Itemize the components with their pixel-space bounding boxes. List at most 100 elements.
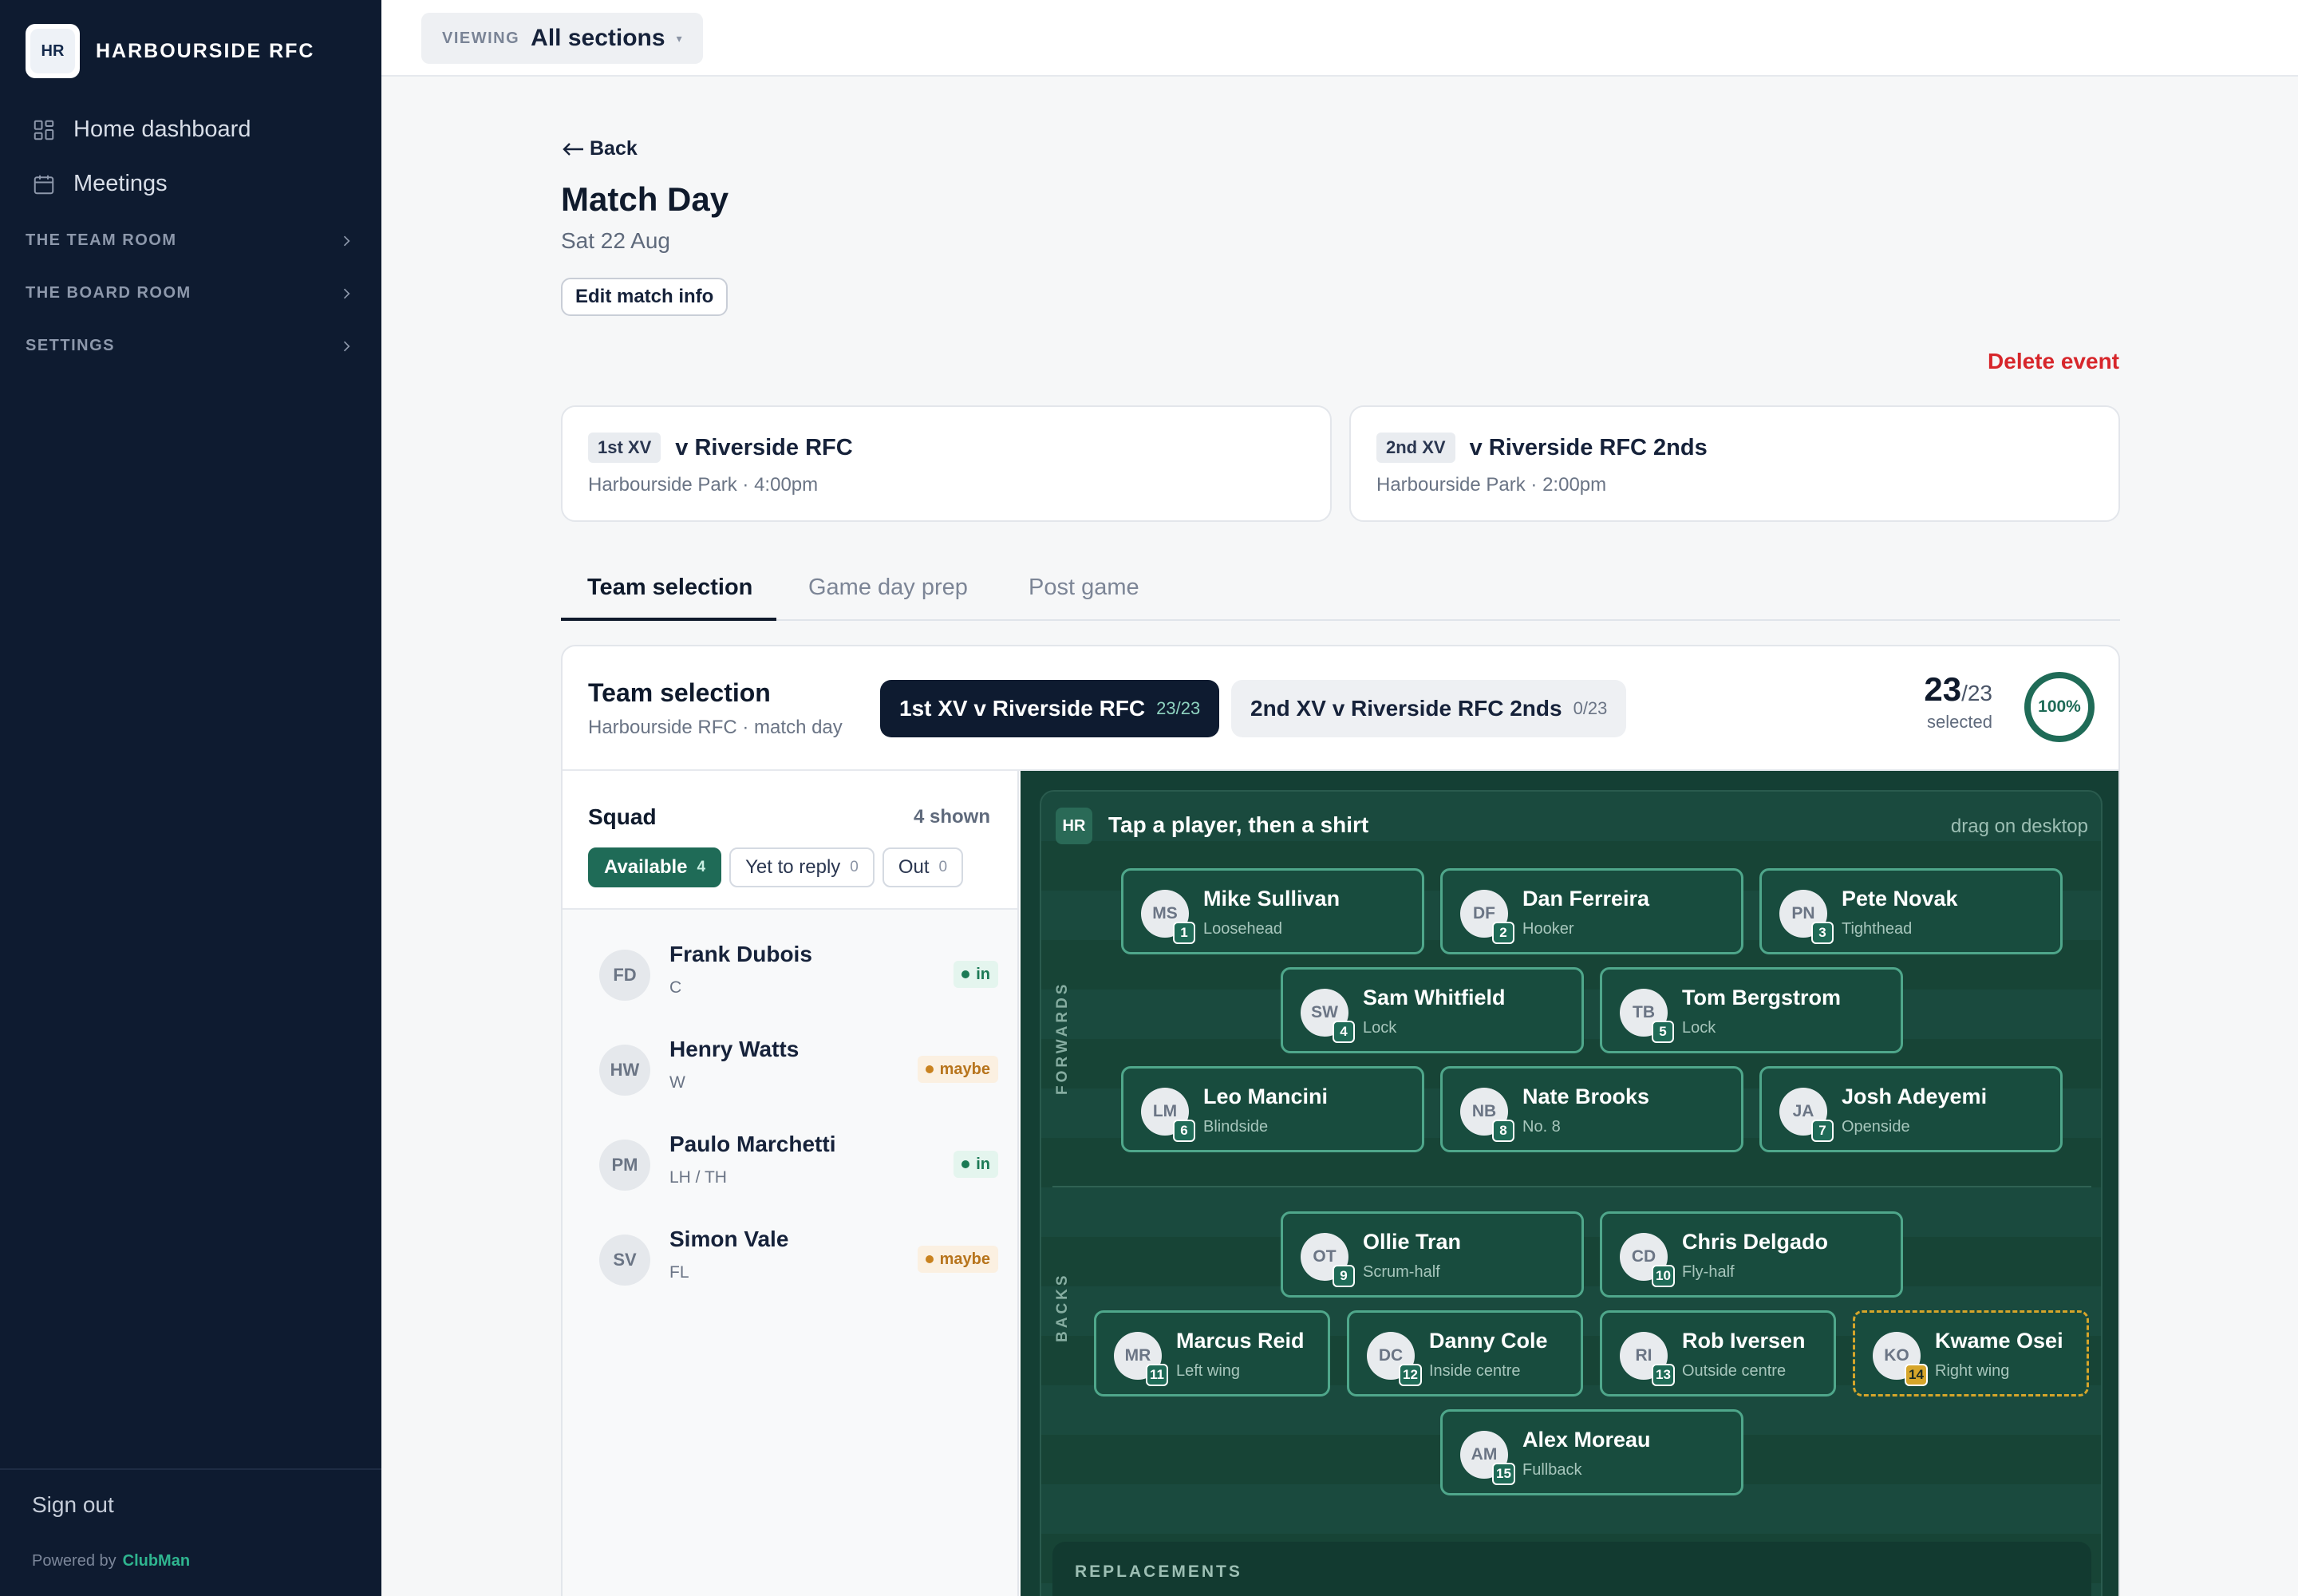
pitch-drag-hint: drag on desktop (1950, 816, 2088, 837)
player-name: Frank Dubois (669, 942, 812, 966)
team-toggle-label: 2nd XV v Riverside RFC 2nds (1250, 696, 1562, 721)
shirt-player-name: Marcus Reid (1176, 1329, 1305, 1353)
shirt-slot-2[interactable]: DF 2 Dan Ferreira Hooker (1440, 868, 1743, 954)
tab-game-day-prep[interactable]: Game day prep (808, 575, 968, 601)
shirt-slot-3[interactable]: PN 3 Pete Novak Tighthead (1759, 868, 2063, 954)
filter-out[interactable]: Out 0 (882, 847, 964, 887)
shirt-slot-13[interactable]: RI 13 Rob Iversen Outside centre (1600, 1310, 1836, 1396)
shirt-slot-9[interactable]: OT 9 Ollie Tran Scrum-half (1281, 1211, 1584, 1298)
shirt-position: Blindside (1203, 1118, 1269, 1136)
shirt-slot-10[interactable]: CD 10 Chris Delgado Fly-half (1600, 1211, 1903, 1298)
shirt-position: Outside centre (1682, 1362, 1787, 1380)
fixture-venue: Harbourside Park · 2:00pm (1376, 474, 1607, 496)
page-title: Match Day (561, 180, 729, 218)
edit-match-info-button[interactable]: Edit match info (561, 278, 728, 316)
shirt-number: 7 (1811, 1120, 1834, 1142)
squad-player-row[interactable]: SV Simon Vale FL maybe (599, 1219, 998, 1298)
fixture-card-2nd-xv[interactable]: 2nd XV v Riverside RFC 2nds Harbourside … (1349, 405, 2120, 522)
shirt-number: 11 (1146, 1364, 1168, 1386)
shirt-slot-5[interactable]: TB 5 Tom Bergstrom Lock (1600, 967, 1903, 1053)
status-text: maybe (939, 1060, 990, 1078)
team-selection-panel: Team selection Harbourside RFC · match d… (561, 645, 2120, 1596)
tab-team-selection[interactable]: Team selection (587, 575, 752, 601)
filter-label: Out (898, 856, 930, 878)
shirt-player-name: Nate Brooks (1522, 1084, 1650, 1108)
chevron-down-icon: ▾ (676, 31, 682, 45)
shirt-player-name: Sam Whitfield (1363, 986, 1506, 1009)
arrow-left-icon (563, 142, 583, 156)
chevron-right-icon (343, 288, 350, 298)
nav-group-settings[interactable]: SETTINGS (26, 337, 354, 355)
shirt-player-name: Dan Ferreira (1522, 887, 1650, 911)
chevron-right-icon (343, 341, 350, 351)
shirt-position: Loosehead (1203, 920, 1282, 938)
player-position: W (669, 1073, 685, 1092)
shirt-number: 12 (1399, 1364, 1422, 1386)
status-badge: maybe (917, 1056, 998, 1083)
shirt-slot-8[interactable]: NB 8 Nate Brooks No. 8 (1440, 1066, 1743, 1152)
player-position: FL (669, 1263, 689, 1282)
backs-label: BACKS (1054, 1272, 1071, 1342)
viewing-label: VIEWING (442, 29, 520, 47)
filter-yet-to-reply[interactable]: Yet to reply 0 (729, 847, 875, 887)
squad-player-row[interactable]: PM Paulo Marchetti LH / TH in (599, 1124, 998, 1203)
back-link[interactable]: Back (561, 137, 638, 160)
team-toggle-1st-xv[interactable]: 1st XV v Riverside RFC 23/23 (880, 680, 1220, 737)
squad-player-row[interactable]: HW Henry Watts W maybe (599, 1029, 998, 1108)
nav-group-board-room[interactable]: THE BOARD ROOM (26, 284, 354, 302)
sidebar-item-meetings[interactable]: Meetings (32, 171, 168, 197)
nav-group-label: SETTINGS (26, 337, 116, 354)
team-toggle-count: 23/23 (1156, 698, 1201, 718)
squad-title: Squad (588, 804, 657, 829)
player-position: LH / TH (669, 1168, 727, 1187)
shirt-position: Tighthead (1842, 920, 1913, 938)
player-name: Paulo Marchetti (669, 1132, 836, 1156)
shirt-position: Hooker (1522, 920, 1574, 938)
shirt-slot-4[interactable]: SW 4 Sam Whitfield Lock (1281, 967, 1584, 1053)
shirt-number: 9 (1333, 1265, 1355, 1287)
shirt-number: 13 (1652, 1364, 1675, 1386)
replacements-label: REPLACEMENTS (1075, 1562, 1242, 1581)
shirt-player-name: Rob Iversen (1682, 1329, 1806, 1353)
shirt-slot-12[interactable]: DC 12 Danny Cole Inside centre (1347, 1310, 1583, 1396)
sidebar-item-home-dashboard[interactable]: Home dashboard (32, 117, 251, 143)
shirt-slot-14-highlighted[interactable]: KO 14 Kwame Osei Right wing (1853, 1310, 2089, 1396)
section-selector[interactable]: VIEWING All sections ▾ (421, 13, 703, 64)
sidebar: HR HARBOURSIDE RFC Home dashboard Meetin… (0, 0, 381, 1596)
shirt-position: Fly-half (1682, 1263, 1735, 1281)
sign-out-link[interactable]: Sign out (32, 1492, 114, 1518)
tab-bar: Team selection Game day prep Post game (561, 565, 2120, 621)
fixture-card-1st-xv[interactable]: 1st XV v Riverside RFC Harbourside Park … (561, 405, 1332, 522)
grid-icon (34, 120, 54, 140)
chevron-right-icon (343, 235, 350, 246)
tab-post-game[interactable]: Post game (1029, 575, 1139, 601)
powered-by-brand[interactable]: ClubMan (123, 1552, 190, 1570)
calendar-icon (34, 175, 54, 194)
filter-available[interactable]: Available 4 (588, 847, 722, 887)
avatar: HW (599, 1045, 650, 1096)
delete-event-button[interactable]: Delete event (1988, 349, 2119, 374)
player-name: Henry Watts (669, 1037, 800, 1061)
filter-label: Yet to reply (745, 856, 841, 878)
shirt-number: 1 (1173, 922, 1195, 944)
shirt-number: 3 (1811, 922, 1834, 944)
team-toggle-2nd-xv[interactable]: 2nd XV v Riverside RFC 2nds 0/23 (1231, 680, 1627, 737)
status-text: in (976, 1155, 990, 1173)
sidebar-item-label: Home dashboard (73, 117, 251, 142)
pitch-area: HR Tap a player, then a shirt drag on de… (1021, 771, 2118, 1596)
status-dot (961, 970, 970, 978)
brand[interactable]: HR HARBOURSIDE RFC (26, 24, 314, 78)
squad-player-row[interactable]: FD Frank Dubois C in (599, 934, 998, 1013)
shirt-slot-6[interactable]: LM 6 Leo Mancini Blindside (1121, 1066, 1424, 1152)
shirt-slot-7[interactable]: JA 7 Josh Adeyemi Openside (1759, 1066, 2063, 1152)
shirt-slot-15[interactable]: AM 15 Alex Moreau Fullback (1440, 1409, 1743, 1495)
status-text: in (976, 965, 990, 983)
shirt-slot-1[interactable]: MS 1 Mike Sullivan Loosehead (1121, 868, 1424, 954)
shirt-number: 2 (1492, 922, 1514, 944)
shirt-slot-11[interactable]: MR 11 Marcus Reid Left wing (1094, 1310, 1330, 1396)
team-toggle-count: 0/23 (1573, 698, 1608, 718)
team-tag: 2nd XV (1376, 433, 1455, 463)
shirt-player-name: Danny Cole (1429, 1329, 1548, 1353)
club-logo: HR (26, 24, 80, 78)
nav-group-team-room[interactable]: THE TEAM ROOM (26, 231, 354, 250)
